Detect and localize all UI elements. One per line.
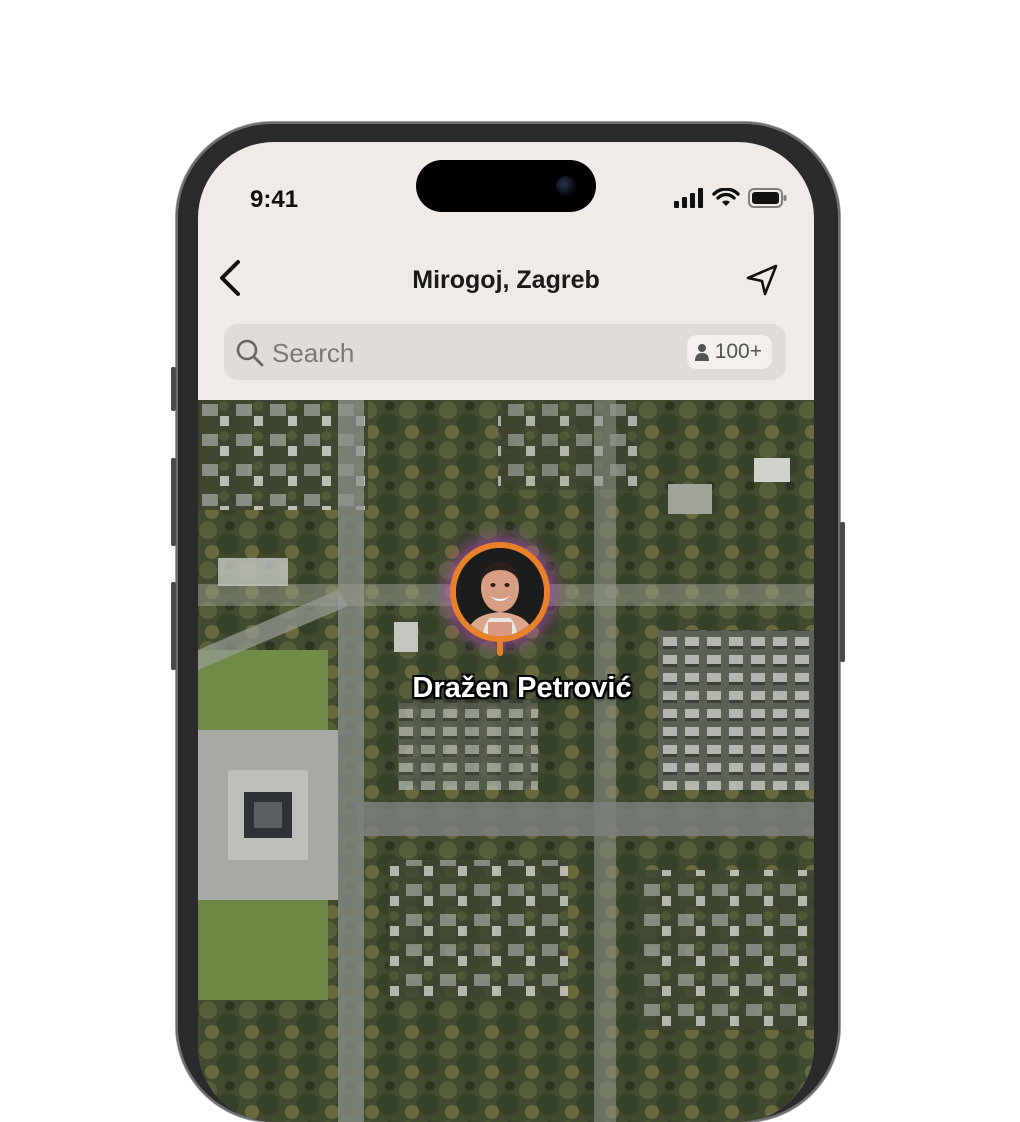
map-imagery <box>198 400 814 1122</box>
cellular-signal-icon <box>674 188 703 208</box>
pin-tail <box>497 642 503 656</box>
phone-frame: 9:41 Mirogoj, Zagreb Search 100+ Dražen … <box>171 122 845 1122</box>
wifi-icon <box>712 188 740 206</box>
volume-down-button <box>171 582 176 670</box>
power-button <box>840 522 845 662</box>
search-icon <box>236 339 264 367</box>
status-time: 9:41 <box>250 186 299 213</box>
person-map-pin[interactable] <box>450 542 562 672</box>
person-icon <box>694 344 709 361</box>
navigation-bar: Mirogoj, Zagreb <box>198 242 814 302</box>
search-input[interactable] <box>272 338 652 368</box>
avatar <box>450 542 550 642</box>
page-title: Mirogoj, Zagreb <box>412 266 600 294</box>
volume-up-button <box>171 458 176 546</box>
navigation-arrow-icon[interactable] <box>744 262 780 298</box>
screen: 9:41 Mirogoj, Zagreb Search 100+ Dražen … <box>198 142 814 1122</box>
front-camera <box>556 176 576 196</box>
dynamic-island <box>416 160 596 212</box>
silent-switch <box>171 367 176 411</box>
satellite-map[interactable]: Dražen Petrović <box>198 400 814 1122</box>
status-icons <box>674 188 788 208</box>
battery-icon <box>748 188 787 208</box>
portrait-avatar <box>456 548 544 636</box>
search-bar[interactable]: 100+ <box>224 324 786 380</box>
visitor-count: 100+ <box>714 340 762 363</box>
visitor-count-badge[interactable]: 100+ <box>686 335 772 369</box>
pin-name-label: Dražen Petrović <box>412 672 632 704</box>
